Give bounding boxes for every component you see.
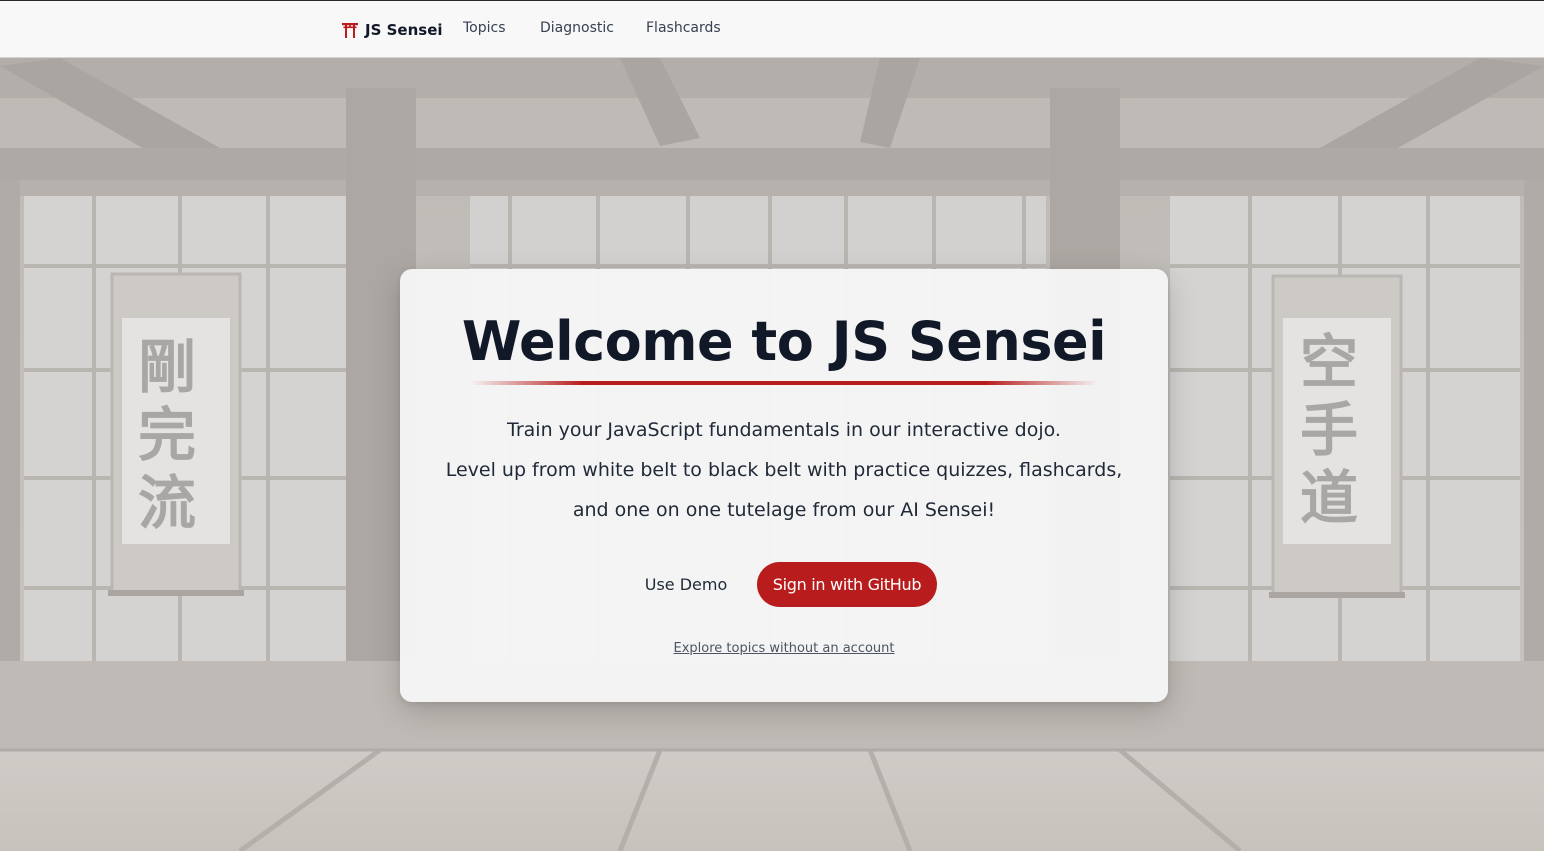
page: JS Sensei Topics Diagnostic Flashcards 剛… bbox=[0, 0, 1544, 851]
torii-gate-icon bbox=[342, 23, 358, 38]
top-navbar: JS Sensei Topics Diagnostic Flashcards bbox=[0, 0, 1544, 58]
right-scroll-calligraphy: 空手道 bbox=[1300, 328, 1359, 532]
sign-in-github-button[interactable]: Sign in with GitHub bbox=[757, 562, 937, 607]
description-line-2: Level up from white belt to black belt w… bbox=[445, 459, 1123, 481]
nav-link-flashcards[interactable]: Flashcards bbox=[646, 20, 721, 36]
left-scroll-calligraphy: 剛完流 bbox=[138, 333, 197, 537]
welcome-card: Welcome to JS Sensei Train your JavaScri… bbox=[400, 269, 1168, 702]
brand-logo-link[interactable]: JS Sensei bbox=[341, 18, 443, 42]
nav-link-topics[interactable]: Topics bbox=[463, 20, 506, 36]
page-title: Welcome to JS Sensei bbox=[461, 310, 1107, 373]
use-demo-button[interactable]: Use Demo bbox=[632, 562, 740, 606]
title-underline bbox=[470, 381, 1098, 385]
nav-link-diagnostic[interactable]: Diagnostic bbox=[540, 20, 614, 36]
brand-name: JS Sensei bbox=[365, 21, 443, 39]
description-line-3: and one on one tutelage from our AI Sens… bbox=[572, 499, 996, 521]
description-line-1: Train your JavaScript fundamentals in ou… bbox=[507, 419, 1061, 441]
explore-topics-link[interactable]: Explore topics without an account bbox=[400, 641, 1168, 656]
